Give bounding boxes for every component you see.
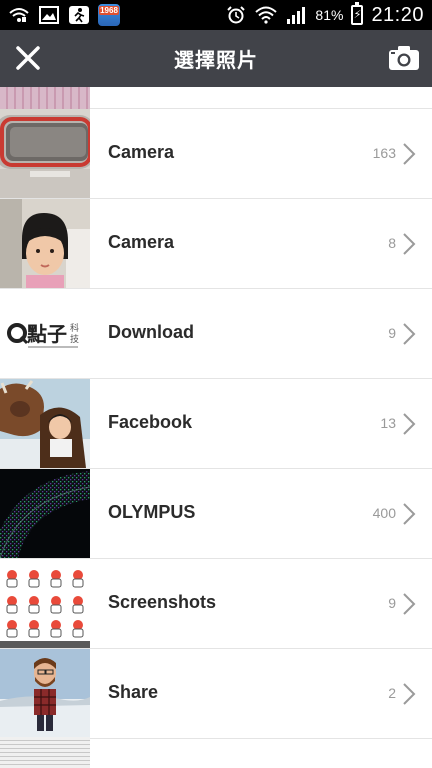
runner-icon — [68, 6, 90, 24]
status-bar: 1968 81% ⚡ 21:20 — [0, 0, 432, 30]
album-thumbnail — [0, 199, 90, 288]
download-logo-text: 點子 — [27, 322, 67, 346]
album-thumbnail — [0, 559, 90, 648]
wifi-call-icon — [8, 6, 30, 24]
chevron-right-icon — [403, 413, 416, 435]
album-name: Download — [108, 322, 194, 342]
camera-icon — [389, 46, 419, 70]
partial-album-row[interactable] — [0, 87, 432, 109]
album-count: 9 — [388, 595, 396, 611]
album-name: Facebook — [108, 412, 193, 432]
album-row-share[interactable]: Share 2 — [0, 649, 432, 739]
chevron-right-icon — [403, 143, 416, 165]
alarm-icon — [225, 6, 247, 24]
album-row-camera-2[interactable]: Camera 8 — [0, 199, 432, 289]
album-thumbnail: 點子 科 技 — [0, 289, 90, 378]
chevron-right-icon — [403, 233, 416, 255]
album-name: Camera — [108, 142, 175, 162]
album-thumbnail — [0, 469, 90, 558]
image-icon — [38, 6, 60, 24]
album-name: Share — [108, 682, 159, 702]
status-right-icons: 81% ⚡ 21:20 — [225, 2, 424, 27]
album-count: 163 — [372, 145, 396, 161]
album-list[interactable]: Camera 163 Camera 8 點子 科 技 Download 9 Fa… — [0, 87, 432, 768]
album-count: 400 — [372, 505, 396, 521]
close-icon — [16, 46, 40, 70]
album-thumbnail — [0, 109, 90, 198]
header-bar: 選擇照片 — [0, 30, 432, 87]
battery-percent: 81% — [315, 7, 344, 23]
album-row-screenshots[interactable]: Screenshots 9 — [0, 559, 432, 649]
page-title: 選擇照片 — [174, 48, 258, 72]
chevron-right-icon — [403, 593, 416, 615]
download-logo-side2: 技 — [70, 333, 79, 345]
download-logo-side1: 科 — [70, 322, 79, 334]
status-left-icons: 1968 — [8, 4, 120, 26]
album-row-facebook[interactable]: Facebook 13 — [0, 379, 432, 469]
clock: 21:20 — [371, 3, 424, 26]
album-row-olympus[interactable]: OLYMPUS 400 — [0, 469, 432, 559]
album-count: 2 — [388, 685, 396, 701]
album-thumbnail — [0, 737, 90, 768]
album-name: Camera — [108, 232, 175, 252]
album-name: OLYMPUS — [108, 502, 196, 522]
chevron-right-icon — [403, 503, 416, 525]
album-name: Screenshots — [108, 592, 217, 612]
album-thumbnail — [0, 379, 90, 468]
partial-album-row[interactable] — [0, 737, 432, 768]
album-row-camera[interactable]: Camera 163 — [0, 109, 432, 199]
chevron-right-icon — [403, 683, 416, 705]
album-count: 8 — [388, 235, 396, 251]
signal-icon — [285, 6, 307, 24]
close-button[interactable] — [12, 42, 44, 74]
wifi-icon — [255, 6, 278, 24]
camera-button[interactable] — [386, 42, 422, 74]
battery-charging-icon: ⚡ — [351, 2, 364, 25]
app-badge-text: 1968 — [99, 6, 119, 15]
album-thumbnail — [0, 649, 90, 738]
album-row-download[interactable]: 點子 科 技 Download 9 — [0, 289, 432, 379]
album-count: 9 — [388, 325, 396, 341]
chevron-right-icon — [403, 323, 416, 345]
app-badge-icon: 1968 — [98, 4, 120, 26]
album-count: 13 — [380, 415, 396, 431]
album-thumbnail — [0, 87, 90, 109]
